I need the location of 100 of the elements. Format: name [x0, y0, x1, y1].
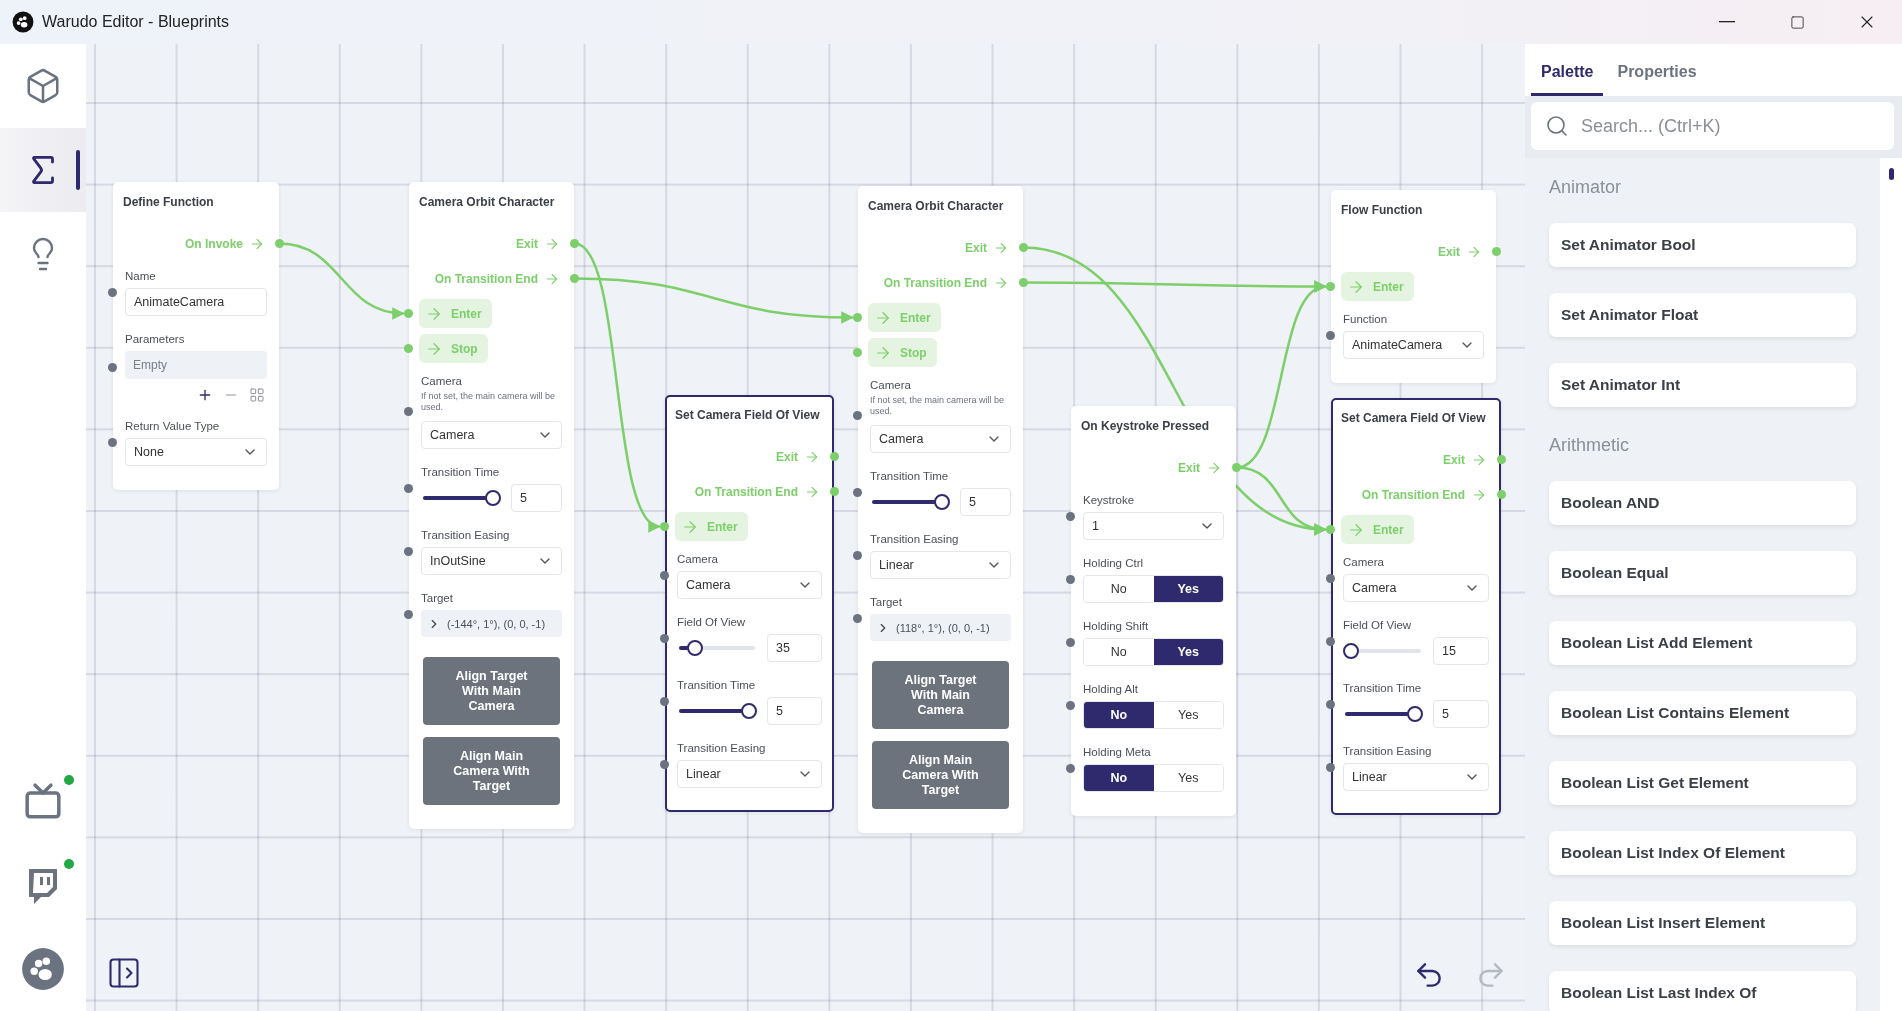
scrollbar-thumb[interactable] [1888, 168, 1894, 180]
palette-item[interactable]: Boolean List Insert Element [1549, 901, 1856, 945]
number-field[interactable]: 5 [960, 488, 1011, 516]
dropdown[interactable]: Camera [677, 571, 822, 599]
number-field[interactable]: 5 [767, 697, 822, 725]
sidebar-item[interactable] [0, 128, 86, 212]
maximize-icon [1789, 14, 1805, 30]
number-field[interactable]: 35 [767, 634, 822, 662]
dropdown[interactable]: Camera [1343, 574, 1489, 602]
input-pin[interactable] [853, 488, 862, 497]
add-icon[interactable] [197, 387, 213, 403]
input-pin[interactable] [660, 760, 669, 769]
input-pin[interactable] [108, 438, 117, 447]
input-pin[interactable] [660, 697, 669, 706]
input-pin[interactable] [1326, 282, 1335, 291]
toggle-option[interactable]: Yes [1153, 639, 1223, 665]
dropdown[interactable]: InOutSine [421, 547, 562, 575]
input-pin[interactable] [660, 634, 669, 643]
palette-item[interactable]: Boolean Equal [1549, 551, 1856, 595]
action-button[interactable]: Align Target With Main Camera [872, 661, 1009, 729]
input-pin[interactable] [853, 411, 862, 420]
input-pin[interactable] [1066, 701, 1075, 710]
palette-item[interactable]: Boolean List Get Element [1549, 761, 1856, 805]
toggle-option[interactable]: No [1084, 765, 1154, 791]
toggle-option[interactable]: Yes [1153, 576, 1223, 602]
slider[interactable] [1343, 643, 1423, 659]
input-pin[interactable] [1326, 574, 1335, 583]
action-button[interactable]: Align Main Camera With Target [423, 737, 560, 805]
search-field[interactable]: Search... (Ctrl+K) [1531, 102, 1894, 150]
toggle-option[interactable]: No [1084, 702, 1154, 728]
input-pin[interactable] [853, 551, 862, 560]
palette-item[interactable]: Boolean List Last Index Of [1549, 971, 1856, 1011]
panel-toggle-button[interactable] [106, 955, 142, 991]
slider[interactable] [677, 640, 757, 656]
slider[interactable] [421, 490, 501, 506]
dropdown[interactable]: Linear [677, 760, 822, 788]
input-pin[interactable] [1326, 637, 1335, 646]
vector-field[interactable]: (118°, 1°), (0, 0, -1) [870, 614, 1011, 641]
search-icon [1545, 114, 1569, 138]
input-pin[interactable] [1066, 764, 1075, 773]
dropdown[interactable]: Linear [1343, 763, 1489, 791]
input-pin[interactable] [404, 547, 413, 556]
input-pin[interactable] [1326, 525, 1335, 534]
input-pin[interactable] [853, 613, 862, 623]
node-title: Define Function [122, 194, 215, 210]
palette-item[interactable]: Boolean AND [1549, 481, 1856, 525]
dropdown[interactable]: Camera [870, 425, 1011, 453]
output-label: Exit [516, 236, 538, 251]
number-field[interactable]: 15 [1433, 637, 1489, 665]
dropdown[interactable]: None [125, 438, 267, 466]
field-hint: If not set, the main camera will be used. [870, 395, 1006, 417]
palette-item[interactable]: Set Animator Bool [1549, 223, 1856, 267]
input-pin[interactable] [1326, 700, 1335, 709]
panel-tab[interactable]: Properties [1607, 44, 1707, 96]
slider[interactable] [677, 703, 757, 719]
list-field[interactable]: Empty [125, 351, 267, 379]
input-pin[interactable] [1066, 512, 1075, 521]
dropdown[interactable]: Linear [870, 551, 1011, 579]
field-label: Camera [677, 553, 719, 565]
palette-item[interactable]: Boolean List Index Of Element [1549, 831, 1856, 875]
input-pin[interactable] [660, 522, 669, 531]
palette-item[interactable]: Boolean List Contains Element [1549, 691, 1856, 735]
input-pin[interactable] [1326, 331, 1335, 340]
field-label: Holding Ctrl [1083, 557, 1145, 569]
input-pin[interactable] [1326, 763, 1335, 772]
input-pin[interactable] [404, 407, 413, 416]
number-field[interactable]: 5 [511, 484, 562, 512]
action-button[interactable]: Align Main Camera With Target [872, 741, 1009, 809]
palette-item[interactable]: Set Animator Float [1549, 293, 1856, 337]
output-pin[interactable] [1497, 490, 1506, 499]
field-label: Holding Meta [1083, 746, 1152, 758]
dropdown[interactable]: 1 [1083, 512, 1224, 540]
dropdown[interactable]: Camera [421, 421, 562, 449]
grid-icon[interactable] [249, 387, 265, 403]
input-pin[interactable] [404, 484, 413, 493]
vector-field[interactable]: (-144°, 1°), (0, 0, -1) [421, 610, 562, 637]
output-pin[interactable] [830, 487, 839, 496]
slider[interactable] [1343, 706, 1423, 722]
input-pin[interactable] [404, 344, 413, 353]
palette-item[interactable]: Set Animator Int [1549, 363, 1856, 407]
input-pin[interactable] [853, 313, 862, 322]
input-pin[interactable] [853, 348, 862, 357]
dropdown[interactable]: AnimateCamera [1343, 331, 1484, 359]
number-field[interactable]: 5 [1433, 700, 1489, 728]
text-field[interactable]: AnimateCamera [125, 288, 267, 316]
input-pin[interactable] [404, 609, 413, 619]
input-pin[interactable] [1066, 638, 1075, 647]
palette-item[interactable]: Boolean List Add Element [1549, 621, 1856, 665]
field-label: Parameters [125, 333, 186, 345]
output-pin[interactable] [1497, 455, 1506, 464]
input-pin[interactable] [660, 571, 669, 580]
input-pin[interactable] [404, 309, 413, 318]
input-pin[interactable] [1066, 575, 1075, 584]
paw-logo-icon [12, 11, 34, 33]
output-pin[interactable] [830, 452, 839, 461]
action-button[interactable]: Align Target With Main Camera [423, 657, 560, 725]
input-pin[interactable] [108, 288, 117, 297]
slider[interactable] [870, 494, 950, 510]
window-title: Warudo Editor - Blueprints [42, 13, 231, 31]
input-pin[interactable] [108, 363, 117, 372]
